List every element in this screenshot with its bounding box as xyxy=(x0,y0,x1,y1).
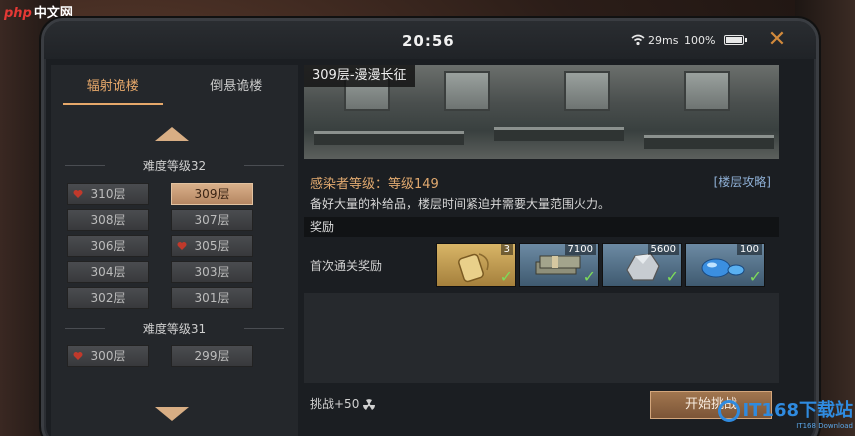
floor-title: 309层-漫漫长征 xyxy=(304,65,415,87)
reward-count: 7100 xyxy=(564,244,596,255)
floor-label: 305层 xyxy=(194,239,230,253)
first-clear-label: 首次通关奖励 xyxy=(310,259,383,273)
reward-count: 100 xyxy=(736,244,762,255)
reward-header: 奖励 xyxy=(304,217,779,237)
floor-button-310[interactable]: 310层 xyxy=(67,183,149,205)
floor-label: 301层 xyxy=(194,291,230,305)
floor-button-303[interactable]: 303层 xyxy=(171,261,253,283)
dog-tag-icon xyxy=(458,253,489,283)
scroll-down-arrow-icon[interactable] xyxy=(155,407,189,421)
floor-button-304[interactable]: 304层 xyxy=(67,261,149,283)
heart-icon xyxy=(177,242,187,250)
heart-icon xyxy=(73,352,83,360)
tower-tabs: 辐射诡楼 倒悬诡楼 xyxy=(51,65,298,109)
claimed-check-icon: ✓ xyxy=(499,267,513,286)
battery-percent: 100% xyxy=(684,34,716,47)
battery-tip xyxy=(745,38,747,42)
infected-level: 感染者等级：等级149 xyxy=(310,177,439,192)
floor-label: 303层 xyxy=(194,265,230,279)
difficulty-group-title: 难度等级31 xyxy=(51,320,298,337)
reward-item-metal[interactable]: 5600 ✓ xyxy=(602,243,682,287)
reward-item-crystal[interactable]: 100 ✓ xyxy=(685,243,765,287)
floor-button-309[interactable]: 309层 xyxy=(171,183,253,205)
tablet-frame: 20:56 29ms 100% ✕ 辐射诡楼 倒悬诡楼 难度等级32 310层 … xyxy=(41,18,819,436)
reward-count: 3 xyxy=(500,244,513,255)
watermark-logo: IT168下载站 IT168 Download xyxy=(718,396,853,430)
watermark-text: IT168下载站 xyxy=(742,400,853,421)
floor-label: 299层 xyxy=(194,349,230,363)
floor-list-panel: 辐射诡楼 倒悬诡楼 难度等级32 310层 309层 308层 307层 306… xyxy=(51,65,298,436)
floor-banner-image: 309层-漫漫长征 xyxy=(304,65,779,159)
difficulty-group-title: 难度等级32 xyxy=(51,157,298,174)
battery-icon xyxy=(724,35,744,45)
claimed-check-icon: ✓ xyxy=(582,267,596,286)
heart-icon xyxy=(73,190,83,198)
site-logo-prefix: php xyxy=(4,6,32,21)
cash-stack-icon xyxy=(535,255,581,275)
floor-label: 308层 xyxy=(90,213,126,227)
watermark-circle-icon xyxy=(718,400,741,422)
floor-button-305[interactable]: 305层 xyxy=(171,235,253,257)
floor-description: 备好大量的补给品，楼层时间紧迫并需要大量范围火力。 xyxy=(310,197,611,211)
floor-label: 307层 xyxy=(194,213,230,227)
blue-crystal-icon xyxy=(701,258,745,278)
challenge-cost: 挑战+50 xyxy=(310,395,376,412)
radiation-icon xyxy=(363,398,376,410)
reward-empty-area xyxy=(304,293,779,383)
scroll-up-arrow-icon[interactable] xyxy=(155,127,189,141)
banner-lab-table xyxy=(314,131,464,145)
floor-button-306[interactable]: 306层 xyxy=(67,235,149,257)
floor-label: 310层 xyxy=(90,187,126,201)
status-bar: 20:56 29ms 100% ✕ xyxy=(44,21,816,59)
first-clear-reward-row: 首次通关奖励 3 ✓ 7100 ✓ 5600 ✓ 100 ✓ xyxy=(304,241,779,289)
ping-text: 29ms xyxy=(648,34,679,47)
floor-label: 304层 xyxy=(90,265,126,279)
metal-ore-icon xyxy=(626,253,660,281)
floor-label: 306层 xyxy=(90,239,126,253)
floor-label: 309层 xyxy=(194,187,230,201)
banner-lab-table xyxy=(644,135,774,149)
clock: 20:56 xyxy=(402,32,455,50)
floor-detail-panel: 309层-漫漫长征 感染者等级：等级149 [楼层攻略] 备好大量的补给品，楼层… xyxy=(304,65,779,436)
close-button[interactable]: ✕ xyxy=(766,29,788,51)
tab-radiation-tower[interactable]: 辐射诡楼 xyxy=(51,65,175,109)
floor-button-302[interactable]: 302层 xyxy=(67,287,149,309)
challenge-cost-text: 挑战+50 xyxy=(310,397,360,411)
floor-label: 302层 xyxy=(90,291,126,305)
banner-window xyxy=(684,71,730,111)
reward-item-cash[interactable]: 7100 ✓ xyxy=(519,243,599,287)
reward-item-dog-tag[interactable]: 3 ✓ xyxy=(436,243,516,287)
banner-window xyxy=(564,71,610,111)
floor-button-301[interactable]: 301层 xyxy=(171,287,253,309)
claimed-check-icon: ✓ xyxy=(665,267,679,286)
floor-button-299[interactable]: 299层 xyxy=(171,345,253,367)
floor-guide-link[interactable]: [楼层攻略] xyxy=(714,173,771,190)
floor-button-308[interactable]: 308层 xyxy=(67,209,149,231)
watermark-subtext: IT168 Download xyxy=(796,422,853,430)
floor-label: 300层 xyxy=(90,349,126,363)
floor-button-300[interactable]: 300层 xyxy=(67,345,149,367)
floor-button-307[interactable]: 307层 xyxy=(171,209,253,231)
reward-count: 5600 xyxy=(647,244,679,255)
tab-inverted-tower[interactable]: 倒悬诡楼 xyxy=(175,65,299,109)
wifi-icon xyxy=(631,34,645,46)
claimed-check-icon: ✓ xyxy=(748,267,762,286)
banner-lab-table xyxy=(494,127,624,141)
banner-window xyxy=(444,71,490,111)
